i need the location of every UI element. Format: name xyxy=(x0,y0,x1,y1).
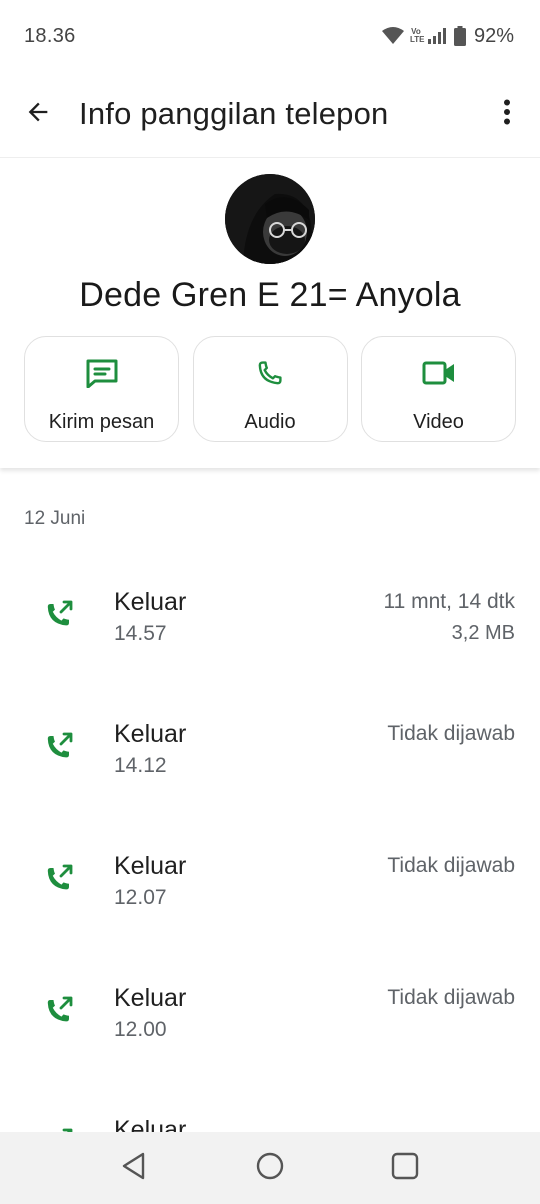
back-triangle-icon xyxy=(119,1151,149,1186)
call-status: Tidak dijawab xyxy=(387,854,515,877)
call-time: 14.12 xyxy=(114,754,167,777)
back-button[interactable] xyxy=(18,94,58,134)
status-icons: Vo LTE 92% xyxy=(381,24,514,48)
message-icon xyxy=(85,355,119,391)
nav-back-button[interactable] xyxy=(118,1152,150,1184)
send-message-label: Kirim pesan xyxy=(48,411,155,433)
volte-bottom: LTE xyxy=(409,35,425,44)
call-row[interactable]: Keluar 14.12 Tidak dijawab xyxy=(0,668,540,800)
arrow-back-icon xyxy=(24,98,52,131)
call-duration: 11 mnt, 14 dtk xyxy=(383,590,515,613)
call-row[interactable]: Keluar 12.00 Tidak dijawab xyxy=(0,932,540,1064)
phone-icon xyxy=(254,355,286,391)
videocam-icon xyxy=(422,355,456,391)
recents-square-icon xyxy=(390,1151,420,1186)
call-row[interactable]: Keluar xyxy=(0,1064,540,1132)
call-row[interactable]: Keluar 14.57 11 mnt, 14 dtk 3,2 MB xyxy=(0,536,540,668)
quick-actions: Kirim pesan Audio Video xyxy=(24,336,516,442)
call-type: Keluar xyxy=(114,1116,187,1132)
outgoing-call-icon xyxy=(44,730,76,762)
call-type: Keluar xyxy=(114,588,187,616)
page-title: Info panggilan telepon xyxy=(79,96,389,131)
send-message-button[interactable]: Kirim pesan xyxy=(24,336,179,442)
call-status: Tidak dijawab xyxy=(387,722,515,745)
battery-percent: 92% xyxy=(473,24,514,47)
nav-home-button[interactable] xyxy=(254,1152,286,1184)
outgoing-call-icon xyxy=(44,994,76,1026)
date-header: 12 Juni xyxy=(24,508,86,529)
call-type: Keluar xyxy=(114,720,187,748)
call-time: 14.57 xyxy=(114,622,167,645)
status-bar: 18.36 Vo LTE 92% xyxy=(0,0,540,72)
volte-icon: Vo LTE xyxy=(409,28,425,44)
video-call-label: Video xyxy=(413,411,464,433)
more-options-button[interactable] xyxy=(492,94,522,134)
outgoing-call-icon xyxy=(44,862,76,894)
audio-call-button[interactable]: Audio xyxy=(192,336,348,442)
more-vert-icon xyxy=(503,99,511,130)
call-row[interactable]: Keluar 12.07 Tidak dijawab xyxy=(0,800,540,932)
call-time: 12.07 xyxy=(114,886,167,909)
call-type: Keluar xyxy=(114,852,187,880)
battery-icon xyxy=(453,26,466,46)
app-bar: Info panggilan telepon xyxy=(0,72,540,158)
call-data-size: 3,2 MB xyxy=(451,622,515,644)
system-nav-bar xyxy=(0,1132,540,1204)
signal-icon xyxy=(427,28,448,44)
wifi-icon xyxy=(381,27,404,45)
contact-name: Dede Gren E 21= Anyola xyxy=(79,276,461,314)
outgoing-call-icon xyxy=(44,598,76,630)
call-time: 12.00 xyxy=(114,1018,167,1041)
video-call-button[interactable]: Video xyxy=(361,336,516,442)
home-circle-icon xyxy=(255,1151,285,1186)
nav-recents-button[interactable] xyxy=(389,1152,421,1184)
call-status: Tidak dijawab xyxy=(387,986,515,1009)
call-history-list: Keluar 14.57 11 mnt, 14 dtk 3,2 MB Kelua… xyxy=(0,536,540,1132)
status-time: 18.36 xyxy=(24,25,76,47)
call-type: Keluar xyxy=(114,984,187,1012)
avatar[interactable] xyxy=(225,174,315,264)
audio-call-label: Audio xyxy=(244,411,296,433)
contact-header: Dede Gren E 21= Anyola Kirim pesan Audio xyxy=(0,158,540,468)
